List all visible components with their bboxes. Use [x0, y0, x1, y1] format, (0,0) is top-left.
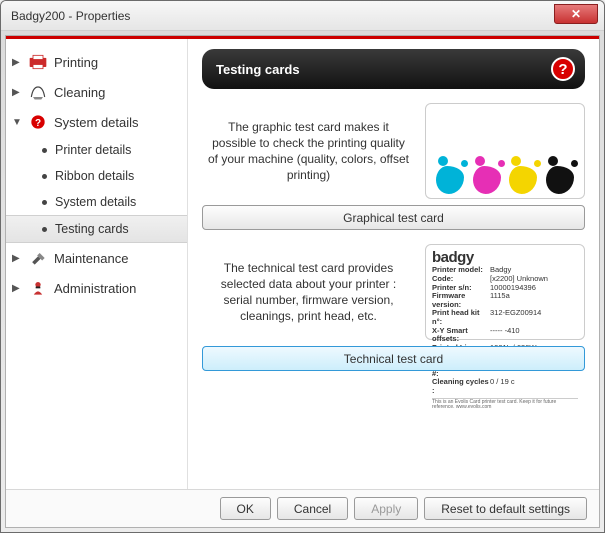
help-icon: ?	[558, 61, 567, 78]
card-key: X-Y Smart offsets:	[432, 327, 490, 344]
card-row: Firmware version:1115a	[432, 292, 578, 309]
close-button[interactable]: ✕	[554, 4, 598, 24]
card-value: 312-EGZ00914	[490, 309, 541, 326]
sidebar-item-administration[interactable]: ▶ Administration	[6, 273, 187, 303]
titlebar: Badgy200 - Properties ✕	[1, 1, 604, 31]
card-footnote: This is an Evolis Card printer test card…	[432, 398, 578, 412]
sidebar-item-label: Administration	[54, 281, 136, 296]
sidebar-sub-testing-cards[interactable]: Testing cards	[6, 215, 187, 243]
graphic-description: The graphic test card makes it possible …	[202, 115, 415, 188]
bullet-icon	[42, 174, 47, 179]
svg-text:?: ?	[35, 118, 41, 129]
ok-button[interactable]: OK	[220, 497, 271, 520]
sidebar-item-maintenance[interactable]: ▶ Maintenance	[6, 243, 187, 273]
page-header: Testing cards ?	[202, 49, 585, 89]
card-row: Print head kit n°:312-EGZ00914	[432, 309, 578, 326]
cleaning-icon	[28, 83, 48, 101]
technical-preview: badgy Printer model:BadgyCode:[x2200] Un…	[425, 244, 585, 340]
card-key: Print head kit n°:	[432, 309, 490, 326]
card-value: 0 / 19 c	[490, 378, 515, 395]
ink-magenta-icon	[473, 166, 501, 194]
dialog-footer: OK Cancel Apply Reset to default setting…	[6, 489, 599, 527]
card-value: ----- -410	[490, 327, 520, 344]
system-details-icon: ?	[28, 113, 48, 131]
card-key: Firmware version:	[432, 292, 490, 309]
card-rows: Printer model:BadgyCode:[x2200] UnknownP…	[432, 266, 578, 395]
apply-button[interactable]: Apply	[354, 497, 418, 520]
graphic-section: The graphic test card makes it possible …	[202, 103, 585, 199]
sidebar-sub-printer-details[interactable]: Printer details	[6, 137, 187, 163]
inner-panel: ▶ Printing ▶ Cleaning ▼	[5, 35, 600, 528]
sidebar-item-label: Printer details	[55, 143, 131, 157]
bullet-icon	[42, 200, 47, 205]
sidebar-item-label: Printing	[54, 55, 98, 70]
close-icon: ✕	[571, 7, 581, 21]
chevron-right-icon: ▶	[12, 57, 22, 68]
card-row: X-Y Smart offsets:----- -410	[432, 327, 578, 344]
page-title: Testing cards	[216, 62, 300, 77]
sidebar-item-label: Testing cards	[55, 222, 129, 236]
sidebar-item-printing[interactable]: ▶ Printing	[6, 47, 187, 77]
window-title: Badgy200 - Properties	[11, 9, 130, 23]
cancel-button[interactable]: Cancel	[277, 497, 348, 520]
content-area: ▶ Printing ▶ Cleaning ▼	[6, 39, 599, 489]
window-body: ▶ Printing ▶ Cleaning ▼	[1, 31, 604, 532]
technical-test-button[interactable]: Technical test card	[202, 346, 585, 371]
graphic-preview	[425, 103, 585, 199]
technical-section: The technical test card provides selecte…	[202, 244, 585, 340]
printing-icon	[28, 53, 48, 71]
sidebar-item-label: Ribbon details	[55, 169, 134, 183]
ink-black-icon	[546, 166, 574, 194]
card-key: Cleaning cycles :	[432, 378, 490, 395]
card-brand: badgy	[432, 249, 578, 266]
ink-yellow-icon	[509, 166, 537, 194]
graphical-test-button[interactable]: Graphical test card	[202, 205, 585, 230]
help-button[interactable]: ?	[551, 57, 575, 81]
sidebar-item-label: System details	[55, 195, 136, 209]
bullet-icon	[42, 227, 47, 232]
card-row: Cleaning cycles :0 / 19 c	[432, 378, 578, 395]
bullet-icon	[42, 148, 47, 153]
maintenance-icon	[28, 249, 48, 267]
sidebar-sub-ribbon-details[interactable]: Ribbon details	[6, 163, 187, 189]
sidebar-sub-system-details[interactable]: System details	[6, 189, 187, 215]
sidebar-item-label: Maintenance	[54, 251, 128, 266]
card-value: 1115a	[490, 292, 510, 309]
sidebar-item-cleaning[interactable]: ▶ Cleaning	[6, 77, 187, 107]
administration-icon	[28, 279, 48, 297]
sidebar-item-label: System details	[54, 115, 139, 130]
sidebar: ▶ Printing ▶ Cleaning ▼	[6, 39, 188, 489]
chevron-right-icon: ▶	[12, 283, 22, 294]
chevron-down-icon: ▼	[12, 117, 22, 128]
main-panel: Testing cards ? The graphic test card ma…	[188, 39, 599, 489]
reset-button[interactable]: Reset to default settings	[424, 497, 587, 520]
sidebar-item-label: Cleaning	[54, 85, 105, 100]
chevron-right-icon: ▶	[12, 87, 22, 98]
chevron-right-icon: ▶	[12, 253, 22, 264]
technical-description: The technical test card provides selecte…	[202, 256, 415, 329]
properties-window: Badgy200 - Properties ✕ ▶ Printing	[0, 0, 605, 533]
sidebar-item-system-details[interactable]: ▼ ? System details	[6, 107, 187, 137]
ink-cyan-icon	[436, 166, 464, 194]
